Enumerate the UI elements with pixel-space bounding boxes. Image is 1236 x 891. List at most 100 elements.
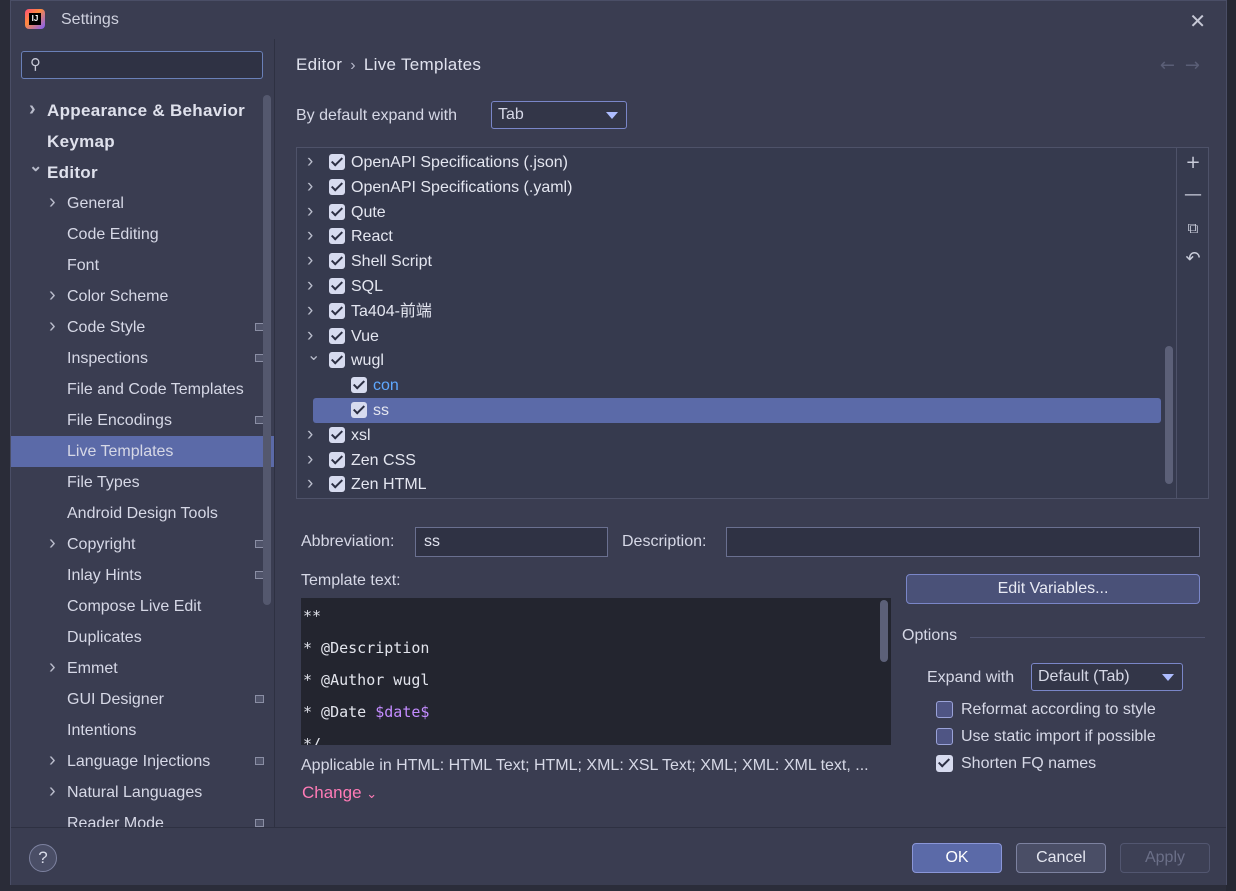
chevron-right-icon[interactable]: › — [307, 149, 313, 174]
expand-with-select[interactable]: Default (Tab) — [1031, 663, 1183, 691]
ok-button[interactable]: OK — [912, 843, 1002, 873]
sidebar-item-inspections[interactable]: Inspections — [11, 343, 274, 374]
chevron-right-icon[interactable]: › — [307, 447, 313, 472]
sidebar-item-color-scheme[interactable]: › Color Scheme — [11, 281, 274, 312]
help-button[interactable]: ? — [29, 844, 57, 872]
sidebar-item-emmet[interactable]: › Emmet — [11, 653, 274, 684]
chevron-right-icon[interactable]: › — [307, 223, 313, 248]
reformat-checkbox[interactable] — [936, 701, 953, 718]
template-item[interactable]: con — [297, 373, 1167, 398]
template-checkbox[interactable] — [329, 154, 345, 170]
chevron-right-icon[interactable]: › — [49, 528, 56, 559]
chevron-right-icon[interactable]: › — [49, 311, 56, 342]
template-checkbox[interactable] — [329, 203, 345, 220]
template-group[interactable]: › xsl — [297, 423, 1167, 448]
sidebar-item-file-encodings[interactable]: File Encodings — [11, 405, 274, 436]
template-checkbox[interactable] — [329, 426, 345, 443]
template-item[interactable]: ss — [313, 398, 1161, 423]
edit-variables-button[interactable]: Edit Variables... — [906, 574, 1200, 604]
chevron-right-icon[interactable]: › — [307, 471, 313, 496]
editor-scrollbar[interactable] — [880, 600, 888, 662]
shorten-fq-label[interactable]: Shorten FQ names — [961, 755, 1096, 773]
sidebar-item-inlay-hints[interactable]: Inlay Hints — [11, 560, 274, 591]
static-import-checkbox[interactable] — [936, 728, 953, 745]
sidebar-scrollbar[interactable] — [263, 95, 271, 605]
template-checkbox[interactable] — [329, 253, 345, 270]
reformat-label[interactable]: Reformat according to style — [961, 701, 1156, 719]
description-field[interactable] — [726, 527, 1200, 557]
template-group[interactable]: › React — [297, 224, 1167, 249]
sidebar-item-appearance-behavior[interactable]: › Appearance & Behavior — [11, 95, 274, 126]
static-import-label[interactable]: Use static import if possible — [961, 728, 1156, 746]
sidebar-item-live-templates[interactable]: Live Templates — [11, 436, 274, 467]
chevron-right-icon[interactable]: › — [49, 652, 56, 683]
breadcrumb-parent[interactable]: Editor — [296, 55, 342, 74]
chevron-right-icon[interactable]: › — [49, 187, 56, 218]
template-checkbox[interactable] — [329, 278, 345, 294]
template-group[interactable]: › SQL — [297, 274, 1167, 299]
copy-icon[interactable]: ⧉ — [1182, 217, 1204, 239]
sidebar-item-copyright[interactable]: › Copyright — [11, 529, 274, 560]
chevron-right-icon[interactable]: › — [307, 199, 313, 224]
chevron-right-icon[interactable]: › — [49, 745, 56, 776]
template-checkbox[interactable] — [351, 402, 367, 418]
template-checkbox[interactable] — [329, 228, 345, 245]
sidebar-item-general[interactable]: › General — [11, 188, 274, 219]
template-checkbox[interactable] — [329, 302, 345, 319]
template-checkbox[interactable] — [329, 352, 345, 369]
chevron-right-icon[interactable]: › — [307, 422, 313, 447]
chevron-right-icon[interactable]: › — [49, 776, 56, 807]
template-text-editor[interactable]: ** * @Description * @Author wugl * @Date $d… — [301, 598, 891, 745]
chevron-right-icon[interactable]: › — [29, 94, 36, 125]
sidebar-item-code-style[interactable]: › Code Style — [11, 312, 274, 343]
template-group[interactable]: › Zen CSS — [297, 448, 1167, 473]
sidebar-item-code-editing[interactable]: Code Editing — [11, 219, 274, 250]
template-group[interactable]: › OpenAPI Specifications (.json) — [297, 150, 1167, 175]
sidebar-item-keymap[interactable]: Keymap — [11, 126, 274, 157]
chevron-down-icon[interactable]: ⌄ — [307, 343, 320, 368]
chevron-down-icon[interactable]: ⌄ — [29, 151, 43, 182]
sidebar-item-file-and-code-templates[interactable]: File and Code Templates — [11, 374, 274, 405]
sidebar-item-duplicates[interactable]: Duplicates — [11, 622, 274, 653]
chevron-right-icon[interactable]: › — [307, 273, 313, 298]
template-checkbox[interactable] — [329, 178, 345, 195]
sidebar-item-language-injections[interactable]: › Language Injections — [11, 746, 274, 777]
sidebar-item-natural-languages[interactable]: › Natural Languages — [11, 777, 274, 808]
sidebar-item-compose-live-edit[interactable]: Compose Live Edit — [11, 591, 274, 622]
sidebar-item-editor[interactable]: ⌄ Editor — [11, 157, 274, 188]
close-icon[interactable]: ✕ — [1189, 9, 1206, 33]
template-group[interactable]: › Ta404-前端 — [297, 299, 1167, 324]
sidebar-item-font[interactable]: Font — [11, 250, 274, 281]
sidebar-item-file-types[interactable]: File Types — [11, 467, 274, 498]
change-contexts-link[interactable]: Change ⌄ — [302, 783, 377, 803]
templates-scrollbar[interactable] — [1165, 346, 1173, 484]
template-checkbox[interactable] — [351, 377, 367, 394]
template-group[interactable]: › Qute — [297, 200, 1167, 225]
cancel-button[interactable]: Cancel — [1016, 843, 1106, 873]
chevron-right-icon[interactable]: › — [307, 248, 313, 273]
shorten-fq-checkbox[interactable] — [936, 755, 953, 772]
template-checkbox[interactable] — [329, 451, 345, 468]
forward-arrow-icon[interactable]: → — [1185, 55, 1210, 76]
sidebar-item-gui-designer[interactable]: GUI Designer — [11, 684, 274, 715]
template-group[interactable]: ⌄ wugl — [297, 347, 1167, 373]
template-checkbox[interactable] — [329, 327, 345, 344]
expand-default-select[interactable]: Tab — [491, 101, 627, 129]
template-group[interactable]: › Zen HTML — [297, 472, 1167, 497]
sidebar-item-reader-mode[interactable]: Reader Mode — [11, 808, 274, 827]
template-group[interactable]: › OpenAPI Specifications (.yaml) — [297, 175, 1167, 200]
chevron-right-icon[interactable]: › — [307, 174, 313, 199]
abbreviation-field[interactable]: ss — [415, 527, 608, 557]
sidebar-item-intentions[interactable]: Intentions — [11, 715, 274, 746]
template-checkbox[interactable] — [329, 476, 345, 493]
add-icon[interactable]: + — [1182, 152, 1204, 174]
sidebar-item-android-design-tools[interactable]: Android Design Tools — [11, 498, 274, 529]
remove-icon[interactable]: — — [1182, 184, 1204, 206]
template-group[interactable]: › Vue — [297, 324, 1167, 349]
template-group[interactable]: › Shell Script — [297, 249, 1167, 274]
chevron-right-icon[interactable]: › — [49, 280, 56, 311]
back-arrow-icon[interactable]: ← — [1160, 55, 1185, 76]
apply-button[interactable]: Apply — [1120, 843, 1210, 873]
chevron-right-icon[interactable]: › — [307, 298, 313, 323]
restore-icon[interactable]: ↶ — [1182, 248, 1204, 270]
